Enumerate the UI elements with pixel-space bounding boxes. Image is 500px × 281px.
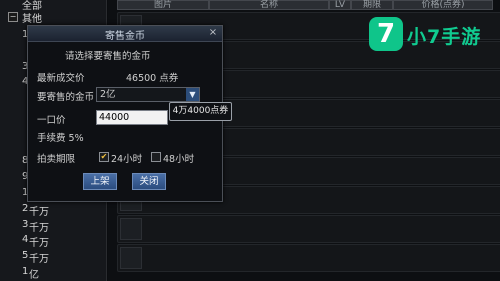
category-item-number: 5 [22, 250, 29, 262]
category-item-label: 千万 [29, 254, 49, 266]
check-24h-icon[interactable]: ✔ [99, 152, 109, 162]
category-item[interactable]: 1亿 [0, 266, 104, 281]
category-item-label: 千万 [29, 206, 49, 218]
logo-mark: 7 [369, 17, 403, 51]
category-item-all[interactable]: 全部 [0, 0, 104, 12]
price-tooltip: 4万4000点券 [169, 102, 232, 121]
item-slot [120, 218, 142, 240]
check-48h-icon[interactable] [151, 152, 161, 162]
close-button[interactable]: 关闭 [132, 173, 166, 190]
logo-text: 小7手游 [407, 26, 482, 48]
sell-gold-value: 2亿 [100, 89, 116, 100]
category-item[interactable]: 4 千万 [0, 234, 104, 250]
category-item-label: 亿 [29, 270, 39, 281]
header-level[interactable]: LV [329, 0, 351, 10]
period-label: 拍卖期限 [37, 154, 76, 165]
sell-gold-label: 要寄售的金币 [37, 92, 95, 103]
header-image[interactable]: 图片 [117, 0, 209, 10]
collapse-icon[interactable]: − [8, 12, 18, 22]
category-item-label: 千万 [29, 238, 49, 250]
dialog-prompt: 请选择要寄售的金币 [65, 51, 151, 62]
category-item[interactable]: 2 千万 [0, 202, 104, 218]
close-icon[interactable]: × [208, 28, 218, 38]
category-item[interactable]: 3 千万 [0, 218, 104, 234]
item-slot [120, 247, 142, 269]
category-item-label: 千万 [29, 222, 49, 234]
dropdown-arrow-icon[interactable]: ▼ [186, 88, 199, 101]
category-item-number: 1 [22, 266, 29, 277]
table-row[interactable] [117, 244, 500, 272]
header-name[interactable]: 名称 [209, 0, 329, 10]
category-item-number: 3 [22, 218, 29, 230]
table-row[interactable] [117, 215, 500, 243]
category-other[interactable]: 其他 [22, 10, 42, 25]
dialog-title-bar[interactable]: 寄售金币 × [28, 26, 222, 42]
one-price-label: 一口价 [37, 115, 66, 126]
dialog-title: 寄售金币 [105, 31, 145, 42]
category-item-number: 4 [22, 234, 29, 246]
latest-price-value: 46500 点券 [126, 73, 179, 84]
one-price-value: 44000 [99, 112, 130, 123]
list-button[interactable]: 上架 [83, 173, 117, 190]
option-24h[interactable]: 24小时 [111, 151, 142, 165]
latest-price-label: 最新成交价 [37, 73, 85, 84]
category-item[interactable]: 5 千万 [0, 250, 104, 266]
site-logo: 7 小7手游 [369, 15, 497, 53]
header-period[interactable]: 期限 [351, 0, 393, 10]
sell-gold-select[interactable]: 2亿 ▼ [96, 87, 200, 102]
one-price-input[interactable]: 44000 [96, 110, 168, 125]
fee-label: 手续费 5% [37, 133, 84, 144]
option-48h[interactable]: 48小时 [163, 151, 194, 165]
category-item-number: 2 [22, 202, 29, 214]
header-price[interactable]: 价格(点券) [393, 0, 493, 10]
